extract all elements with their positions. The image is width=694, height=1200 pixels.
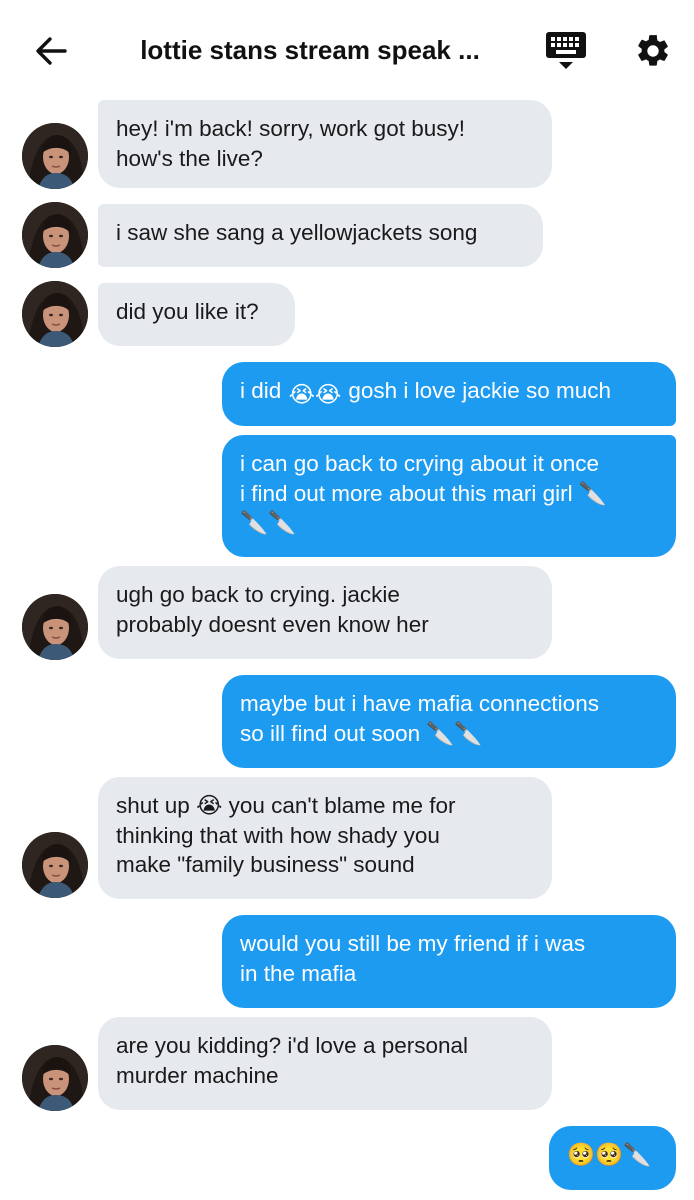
message-bubble-incoming[interactable]: are you kidding? i'd love a personal mur… — [98, 1017, 552, 1110]
keyboard-icon — [546, 32, 586, 69]
avatar[interactable] — [22, 281, 88, 347]
message-text: i find out more about this mari girl 🔪 — [240, 480, 607, 506]
message-text: thinking that with how shady you — [116, 822, 440, 848]
message-text: i saw she sang a yellowjackets song — [116, 220, 478, 245]
message-bubble-incoming[interactable]: shut up 😭 you can't blame me for thinkin… — [98, 777, 552, 899]
message-bubble-incoming[interactable]: i saw she sang a yellowjackets song — [98, 204, 543, 267]
message-text: hey! i'm back! sorry, work got busy! — [116, 116, 465, 141]
message-text: 🔪🔪 — [240, 510, 297, 535]
message-text: i did 😭😭 gosh i love jackie so much — [240, 376, 658, 410]
message-text: so ill find out soon 🔪🔪 — [240, 720, 483, 746]
avatar-photo — [22, 1045, 88, 1111]
message-bubble-outgoing[interactable]: i did 😭😭 gosh i love jackie so much — [222, 362, 676, 426]
message-bubble-outgoing[interactable]: i can go back to crying about it once i … — [222, 435, 676, 557]
avatar[interactable] — [22, 202, 88, 268]
message-text: i can go back to crying about it once — [240, 451, 599, 476]
message-bubble-incoming[interactable]: ugh go back to crying. jackie probably d… — [98, 566, 552, 659]
avatar-photo — [22, 832, 88, 898]
keyboard-button[interactable] — [540, 26, 592, 74]
message-text: probably doesnt even know her — [116, 611, 429, 637]
message-text: shut up 😭 you can't blame me for — [116, 793, 456, 818]
message-text: did you like it? — [116, 299, 259, 324]
message-text: make "family business" sound — [116, 852, 415, 877]
message-bubble-outgoing[interactable]: 🥺🥺🔪 — [549, 1126, 676, 1190]
conversation-title[interactable]: lottie stans stream speak ... — [110, 30, 510, 70]
loudly-crying-icon: 😭😭 — [288, 382, 342, 407]
message-text: murder machine — [116, 1062, 279, 1088]
message-bubble-outgoing[interactable]: would you still be my friend if i was in… — [222, 915, 676, 1008]
back-button[interactable] — [28, 28, 74, 74]
message-text: 🥺🥺🔪 — [567, 1142, 652, 1167]
message-text: ugh go back to crying. jackie — [116, 582, 400, 607]
avatar[interactable] — [22, 832, 88, 898]
message-text: how's the live? — [116, 145, 263, 171]
avatar[interactable] — [22, 594, 88, 660]
message-bubble-incoming[interactable]: hey! i'm back! sorry, work got busy! how… — [98, 100, 552, 188]
avatar-photo — [22, 281, 88, 347]
avatar[interactable] — [22, 1045, 88, 1111]
conversation-header: lottie stans stream speak ... — [0, 0, 694, 96]
avatar[interactable] — [22, 123, 88, 189]
message-text: maybe but i have mafia connections — [240, 691, 599, 716]
message-bubble-incoming[interactable]: did you like it? — [98, 283, 295, 346]
message-text: in the mafia — [240, 960, 357, 986]
avatar-photo — [22, 202, 88, 268]
avatar-photo — [22, 594, 88, 660]
message-thread[interactable]: hey! i'm back! sorry, work got busy! how… — [0, 96, 694, 1200]
avatar-photo — [22, 123, 88, 189]
message-bubble-outgoing[interactable]: maybe but i have mafia connections so il… — [222, 675, 676, 768]
gear-icon — [638, 35, 668, 66]
arrow-left-icon — [36, 37, 67, 65]
message-text: would you still be my friend if i was — [240, 931, 586, 956]
dm-conversation-screen: lottie stans stream speak ... hey! i'm b… — [0, 0, 694, 1200]
message-text: are you kidding? i'd love a personal — [116, 1033, 469, 1058]
settings-button[interactable] — [630, 28, 676, 74]
